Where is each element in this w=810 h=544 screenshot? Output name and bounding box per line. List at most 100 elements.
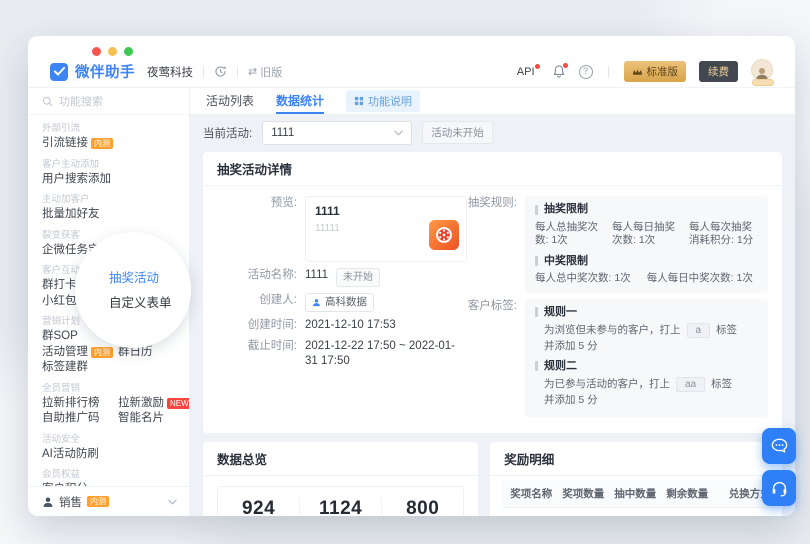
renew-button[interactable]: 续费: [699, 61, 738, 82]
beta-badge: 内测: [91, 138, 113, 150]
overview-card-title: 数据总览: [203, 442, 479, 476]
sidebar-section-header: 活动安全: [42, 433, 81, 445]
stat-total-views: 924 总浏览人数: [241, 497, 276, 517]
sidebar-item-yinliu-lianjie[interactable]: 引流链接 内测: [42, 136, 113, 152]
draw-limit-title: 抽奖限制: [535, 203, 758, 217]
divider: [607, 65, 609, 78]
activity-name-value: 1111: [305, 269, 329, 281]
sidebar-item-qun-sop[interactable]: 群SOP: [42, 329, 78, 345]
created-time-value: 2021-12-10 17:53: [305, 319, 396, 331]
data-overview-card: 数据总览 924 总浏览人数 1124 总参与人数: [203, 441, 479, 517]
tab-activity-list[interactable]: 活动列表: [206, 88, 254, 114]
sidebar-item-yonghu-sousuo[interactable]: 用户搜索添加: [42, 172, 111, 188]
content-area: 当前活动: 1111 活动未开始 抽奖活动详情 预览: 1111 11111 活…: [190, 115, 795, 516]
tag-value-box: a: [686, 323, 711, 338]
sidebar-section-header: 外部引流: [42, 123, 81, 134]
plan-badge[interactable]: 标准版: [623, 61, 686, 82]
chevron-down-icon: [168, 496, 177, 508]
win-limit-item: 每人总中奖次数: 1次: [535, 272, 631, 284]
divider: [203, 65, 204, 78]
close-window-button[interactable]: [92, 47, 101, 56]
app-title: 微伴助手: [75, 65, 135, 81]
preview-label: 预览:: [270, 197, 297, 209]
sidebar-item-ai-fangshua[interactable]: AI活动防刷: [42, 447, 99, 463]
search-icon: [42, 96, 53, 106]
spotlight-item-custom-form[interactable]: 自定义表单: [109, 296, 191, 310]
sidebar-bottom-sales[interactable]: 销售 内测: [28, 486, 189, 516]
customer-tags-label: 客户标签:: [467, 299, 517, 312]
beta-badge: 内测: [91, 346, 113, 358]
person-icon: [313, 299, 320, 307]
beta-badge: 内测: [87, 496, 109, 507]
spotlight-item-lottery-activity[interactable]: 抽奖活动: [109, 271, 191, 285]
rule2-title: 规则二: [535, 360, 758, 374]
rewards-table: 奖项名称 奖项数量 抽中数量 剩余数量 兑换方式: [502, 479, 779, 516]
search-placeholder: 功能搜索: [59, 96, 103, 108]
chevron-down-icon: [394, 127, 403, 139]
not-started-tag: 未开始: [336, 268, 381, 287]
stat-total-participants: 1124 总参与人数: [299, 497, 381, 516]
draw-limit-item: 每人每日抽奖次数: 1次: [612, 220, 675, 247]
search-input[interactable]: 功能搜索: [28, 88, 189, 115]
notification-bell-icon[interactable]: [552, 63, 568, 79]
headset-icon: [772, 481, 786, 496]
maximize-window-button[interactable]: [124, 47, 133, 56]
lottery-rules-panel: 抽奖限制 每人总抽奖次数: 1次 每人每日抽奖次数: 1次 每人每次抽奖消耗积分…: [525, 196, 768, 293]
sidebar-section-header: 会员权益: [42, 469, 81, 480]
app-header: 微伴助手 夜莺科技 ⇄ 旧版 API ? 标准版 续费: [28, 56, 795, 88]
window-titlebar: [28, 36, 795, 56]
tab-data-statistics[interactable]: 数据统计: [276, 88, 325, 114]
details-card-title: 抽奖活动详情: [203, 152, 782, 186]
creator-tag: 高科数据: [305, 293, 374, 312]
activity-details-card: 抽奖活动详情 预览: 1111 11111 活动名称: 1111 未开始 创建人…: [203, 152, 782, 433]
sidebar-item-xiaohongbao[interactable]: 小红包: [42, 294, 77, 310]
help-icon[interactable]: ?: [578, 64, 593, 79]
sidebar-section-header: 主动加客户: [42, 194, 90, 205]
activity-select[interactable]: 1111: [262, 120, 413, 145]
user-avatar[interactable]: [751, 58, 775, 86]
sidebar-section-header: 全员营销: [42, 382, 81, 394]
table-row: 奖项一15015二维码兑换: [502, 506, 779, 516]
bottom-cards-row: 数据总览 924 总浏览人数 1124 总参与人数: [203, 441, 782, 517]
rewards-detail-card: 奖励明细 奖项名称 奖项数量 抽中数量 剩余数量 兑换方式: [490, 441, 782, 516]
deadline-label: 截止时间:: [247, 340, 297, 352]
sidebar-item-laxin-paihangbang[interactable]: 拉新排行榜: [42, 396, 118, 412]
sidebar-item-huodong-guanli[interactable]: 活动管理 内测: [42, 345, 118, 361]
feature-help-button[interactable]: 功能说明: [346, 90, 421, 112]
customer-tags-panel: 规则一 为浏览但未参与的客户，打上 a 标签 并添加 5 分 规则二 为已参与活动的…: [525, 298, 768, 417]
deadline-value: 2021-12-22 17:50 ~ 2022-01-31 17:50: [305, 340, 455, 367]
rule2-line2: 并添加 5 分: [544, 394, 598, 406]
minimize-window-button[interactable]: [108, 47, 117, 56]
history-icon[interactable]: [214, 65, 227, 78]
rule1-line: 为浏览但未参与的客户，打上 a 标签: [544, 323, 738, 338]
app-logo-icon: [50, 62, 68, 81]
sidebar-item-zizhu-tuiguangma[interactable]: 自助推广码: [42, 411, 118, 427]
activity-name-label: 活动名称:: [247, 269, 297, 281]
chat-bubble-icon: [771, 438, 787, 453]
api-menu[interactable]: API: [517, 63, 540, 78]
tag-value-box: aa: [676, 377, 706, 392]
person-icon: [43, 497, 53, 507]
notification-dot: [534, 63, 540, 69]
divider: [237, 65, 238, 78]
avatar-badge: [752, 78, 774, 86]
sidebar-item-zhineng-mingpian[interactable]: 智能名片: [118, 411, 164, 427]
overview-stats-box: 924 总浏览人数 1124 总参与人数 800: [217, 485, 465, 517]
details-left-column: 预览: 1111 11111 活动名称: 1111 未开始 创建人: 高科数据 …: [217, 196, 467, 423]
activity-status-tag: 活动未开始: [422, 121, 493, 144]
company-name: 夜莺科技: [147, 66, 193, 79]
rule1-title: 规则一: [535, 306, 758, 320]
sidebar-item-piliang-jiahaoyou[interactable]: 批量加好友: [42, 207, 100, 223]
customer-service-button[interactable]: [762, 470, 796, 506]
creator-label: 创建人:: [259, 294, 297, 306]
sidebar-item-biaoqian-jianqun[interactable]: 标签建群: [42, 360, 88, 376]
feedback-chat-button[interactable]: [762, 428, 796, 464]
tab-bar: 活动列表 数据统计 功能说明: [190, 88, 795, 115]
switch-old-version-link[interactable]: ⇄ 旧版: [248, 64, 282, 80]
activity-preview-card: 1111 11111: [305, 196, 467, 262]
notification-dot: [562, 63, 568, 68]
created-time-label: 创建时间:: [247, 319, 297, 331]
main-area: 活动列表 数据统计 功能说明 当前活动: 1111 活动未开始 抽奖活动详情 预…: [190, 88, 795, 516]
prize-wheel-icon: [429, 220, 459, 255]
sidebar-item-laxin-jili[interactable]: 拉新激励 NEW: [118, 396, 189, 412]
